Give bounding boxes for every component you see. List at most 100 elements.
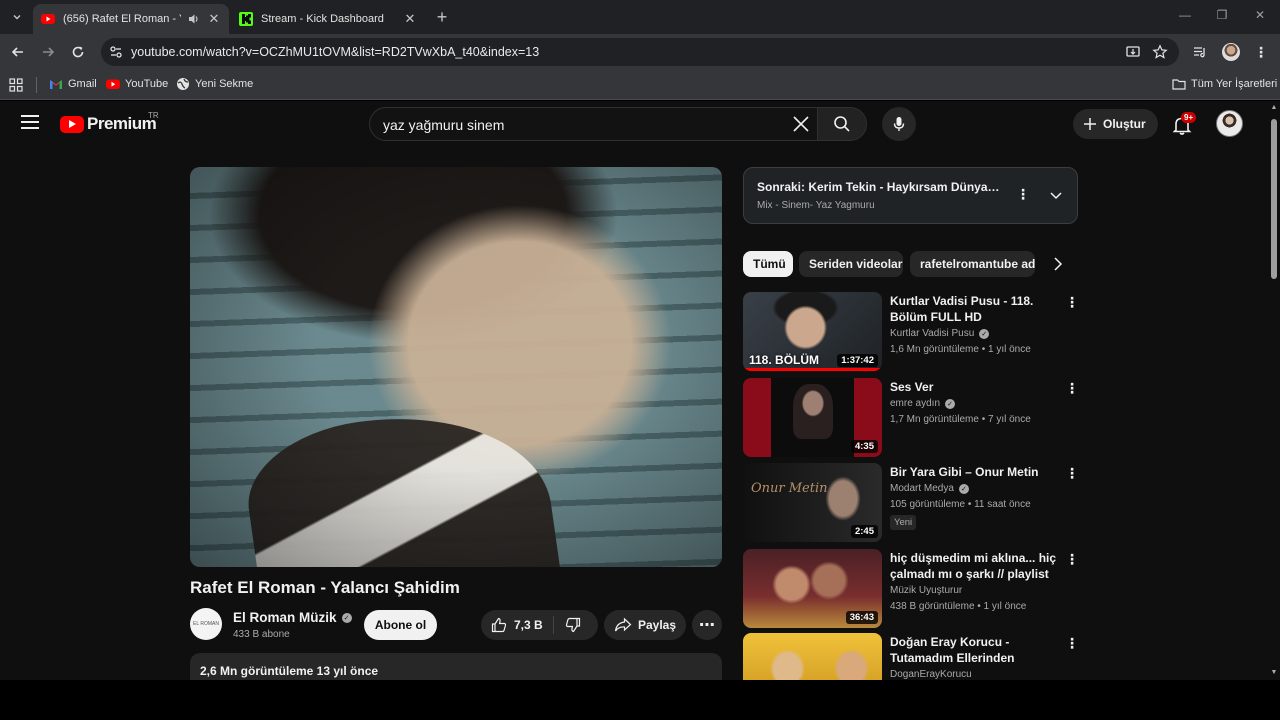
like-dislike-group: 7,3 B (481, 610, 598, 640)
list-item[interactable]: Onur Metin 2:45 Bir Yara Gibi – Onur Met… (743, 463, 1083, 543)
video-title: hiç düşmedim mi aklına... hiç çalmadı mı… (890, 551, 1057, 581)
address-bar[interactable]: youtube.com/watch?v=OCZhMU1tOVM&list=RD2… (101, 38, 1179, 66)
url-text: youtube.com/watch?v=OCZhMU1tOVM&list=RD2… (131, 45, 540, 59)
tab-title: Stream - Kick Dashboard (261, 13, 384, 25)
list-item[interactable]: Doğan Eray Korucu - Tutamadım Ellerinden… (743, 633, 1083, 680)
site-settings-icon[interactable] (109, 45, 123, 59)
reload-button[interactable] (69, 43, 87, 61)
share-button[interactable]: Paylaş (604, 610, 686, 640)
speaker-icon[interactable] (187, 12, 201, 26)
verified-icon: ✓ (945, 398, 956, 409)
bookmark-label: Gmail (68, 78, 97, 90)
youtube-page: Premium TR yaz yağmuru sinem Oluştur 9+ … (0, 101, 1268, 680)
video-thumbnail[interactable]: 118. BÖLÜM 1:37:42 (743, 292, 882, 371)
like-button[interactable]: 7,3 B (491, 617, 543, 633)
verified-icon: ✓ (341, 612, 352, 623)
search-button[interactable] (817, 107, 867, 141)
search-icon (834, 116, 850, 132)
tab-kick[interactable]: Stream - Kick Dashboard ✕ (231, 4, 425, 34)
create-label: Oluştur (1103, 117, 1146, 131)
microphone-icon (893, 117, 905, 131)
subscriber-count: 433 B abone (233, 629, 290, 640)
forward-button[interactable] (39, 43, 57, 61)
back-button[interactable] (9, 43, 27, 61)
close-window-icon[interactable]: ✕ (1250, 8, 1270, 26)
minimize-icon[interactable]: — (1175, 8, 1195, 26)
create-button[interactable]: Oluştur (1073, 109, 1158, 139)
playlist-more-icon[interactable]: ⋮ (1016, 186, 1030, 203)
item-menu-icon[interactable]: ⋮ (1065, 551, 1079, 568)
new-tab-button[interactable]: + (433, 8, 451, 26)
media-controls-icon[interactable] (1192, 44, 1208, 60)
filter-chips: Tümü Seriden videolar rafetelromantube a… (743, 251, 1068, 277)
bookmark-label: Tüm Yer İşaretleri (1191, 78, 1278, 90)
clear-search-icon[interactable] (791, 114, 811, 134)
video-frame-shade (190, 167, 722, 567)
scroll-down-icon[interactable]: ▼ (1270, 669, 1278, 677)
chevron-right-icon[interactable] (1050, 256, 1066, 272)
bookmark-youtube[interactable]: YouTube (106, 77, 168, 91)
channel-avatar[interactable]: EL ROMAN (190, 608, 222, 640)
item-menu-icon[interactable]: ⋮ (1065, 380, 1079, 397)
account-avatar[interactable] (1216, 110, 1243, 137)
playlist-up-next-panel[interactable]: Sonraki: Kerim Tekin - Haykırsam Dünyaya… (743, 167, 1078, 224)
chip-channel[interactable]: rafetelromantube adlı kanaldan (910, 251, 1035, 277)
channel-name-row: Modart Medya ✓ (890, 483, 969, 494)
tab-search-button[interactable] (6, 7, 28, 27)
youtube-icon (106, 79, 120, 89)
logo-text: Premium (87, 114, 157, 133)
youtube-favicon-icon (41, 14, 55, 24)
dislike-button[interactable] (565, 617, 581, 638)
list-item[interactable]: 118. BÖLÜM 1:37:42 Kurtlar Vadisi Pusu -… (743, 292, 1083, 372)
page-scrollbar[interactable]: ▲ ▼ (1268, 101, 1280, 680)
search-input[interactable]: yaz yağmuru sinem (369, 107, 817, 141)
video-thumbnail[interactable]: 4:35 (743, 378, 882, 457)
list-item[interactable]: 36:43 hiç düşmedim mi aklına... hiç çalm… (743, 549, 1083, 629)
folder-icon (1172, 79, 1186, 90)
description-box[interactable]: 2,6 Mn görüntüleme 13 yıl önce (190, 653, 722, 680)
video-player[interactable] (190, 167, 722, 567)
video-thumbnail[interactable]: 36:43 (743, 549, 882, 628)
channel-name-row: emre aydın ✓ (890, 398, 956, 409)
subscribe-button[interactable]: Abone ol (364, 610, 437, 640)
new-badge: Yeni (890, 515, 917, 530)
item-menu-icon[interactable]: ⋮ (1065, 465, 1079, 482)
plus-icon (1084, 118, 1096, 130)
up-next-title: Sonraki: Kerim Tekin - Haykırsam Dünyaya… (757, 180, 1002, 194)
bookmark-star-icon[interactable] (1152, 44, 1168, 60)
close-tab-icon[interactable]: ✕ (207, 11, 221, 26)
restore-icon[interactable]: ❐ (1212, 8, 1232, 26)
bookmark-gmail[interactable]: Gmail (49, 77, 97, 91)
scrollbar-thumb[interactable] (1271, 119, 1277, 279)
channel-name-row: DoganErayKorucu (890, 669, 972, 680)
duration-badge: 4:35 (850, 440, 878, 453)
guide-menu-button[interactable] (21, 115, 39, 129)
item-menu-icon[interactable]: ⋮ (1065, 294, 1079, 311)
video-title: Doğan Eray Korucu - Tutamadım Ellerinden (890, 635, 1015, 665)
like-count: 7,3 B (514, 618, 543, 632)
bookmark-new-tab[interactable]: Yeni Sekme (176, 77, 253, 91)
tab-youtube[interactable]: (656) Rafet El Roman - Yalancı Şahidim -… (33, 4, 229, 34)
video-thumbnail[interactable]: Onur Metin 2:45 (743, 463, 882, 542)
browser-menu-icon[interactable]: ⋮ (1254, 43, 1268, 61)
voice-search-button[interactable] (882, 107, 916, 141)
chevron-down-icon[interactable] (1049, 188, 1063, 202)
bookmark-label: YouTube (125, 78, 169, 90)
all-bookmarks-folder[interactable]: Tüm Yer İşaretleri (1172, 77, 1277, 91)
more-actions-button[interactable]: ⋯ (692, 610, 722, 640)
profile-avatar[interactable] (1222, 43, 1240, 61)
chip-series[interactable]: Seriden videolar (799, 251, 903, 277)
video-meta: 105 görüntüleme • 11 saat önce (890, 499, 1031, 510)
apps-grid-icon[interactable] (9, 78, 23, 92)
install-app-icon[interactable] (1125, 44, 1141, 60)
video-thumbnail[interactable] (743, 633, 882, 680)
channel-name-link[interactable]: El Roman Müzik ✓ (233, 610, 352, 625)
item-menu-icon[interactable]: ⋮ (1065, 635, 1079, 652)
close-tab-icon[interactable]: ✕ (403, 11, 417, 26)
channel-avatar-text: EL ROMAN (193, 621, 219, 627)
scroll-up-icon[interactable]: ▲ (1270, 104, 1278, 112)
search-query: yaz yağmuru sinem (383, 117, 505, 133)
chip-all[interactable]: Tümü (743, 251, 793, 277)
list-item[interactable]: 4:35 Ses Ver emre aydın ✓ 1,7 Mn görüntül… (743, 378, 1083, 458)
youtube-premium-logo[interactable]: Premium TR (60, 111, 159, 134)
